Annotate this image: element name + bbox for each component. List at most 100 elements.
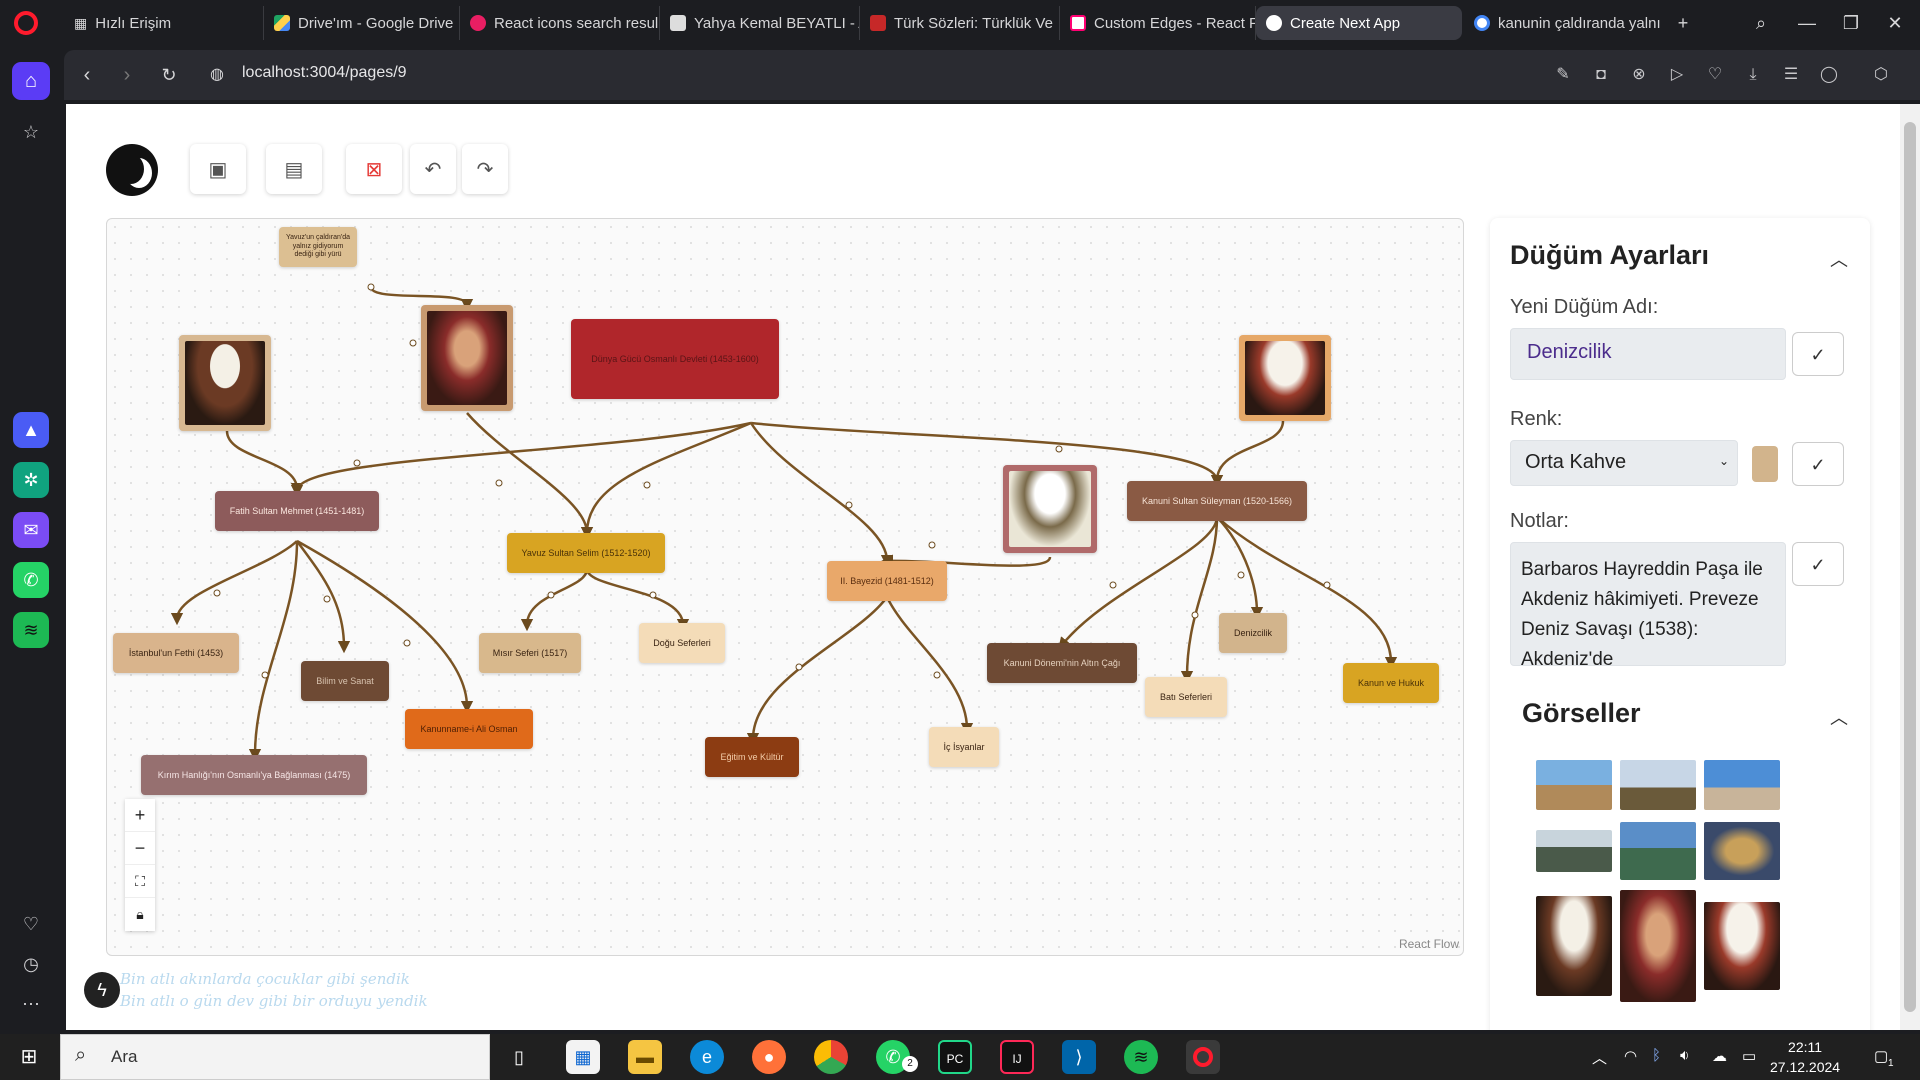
tab-yahya-kemal[interactable]: Yahya Kemal BEYATLI - A	[660, 6, 860, 40]
tab-custom-edges[interactable]: Custom Edges - React Fl	[1060, 6, 1256, 40]
wifi-icon[interactable]: ◠	[1624, 1047, 1637, 1065]
image-node[interactable]	[421, 305, 513, 411]
reload-button[interactable]: ↻	[156, 62, 182, 88]
gallery-image[interactable]	[1536, 830, 1612, 872]
fit-view-button[interactable]: ⛶	[125, 865, 155, 898]
flow-node[interactable]: Mısır Seferi (1517)	[479, 633, 581, 673]
color-select[interactable]: Orta Kahve ⌄	[1510, 440, 1738, 486]
task-view-icon[interactable]: ▯	[502, 1040, 536, 1074]
maximize-button[interactable]: ❐	[1840, 12, 1862, 34]
clock[interactable]: 22:11 27.12.2024	[1770, 1037, 1840, 1077]
image-node[interactable]	[179, 335, 271, 431]
clear-button[interactable]: ⊠	[346, 144, 402, 194]
confirm-name-button[interactable]: ✓	[1792, 332, 1844, 376]
windows-start-icon[interactable]: ⊞	[12, 1040, 46, 1074]
spotify-icon[interactable]: ≋	[1124, 1040, 1158, 1074]
play-icon[interactable]: ▷	[1666, 64, 1688, 86]
export-image-button[interactable]: ▤	[266, 144, 322, 194]
gallery-image[interactable]	[1620, 890, 1696, 1002]
tab-hizli-erisim[interactable]: ▦ Hızlı Erişim	[64, 6, 264, 40]
heart-icon[interactable]: ♡	[1704, 64, 1726, 86]
volume-icon[interactable]: 🔉︎	[1680, 1047, 1689, 1064]
notes-textarea[interactable]: Barbaros Hayreddin Paşa ile Akdeniz hâki…	[1510, 542, 1786, 666]
home-icon[interactable]: ⌂	[12, 62, 50, 100]
forward-button[interactable]: ›	[114, 62, 140, 88]
scrollbar-thumb[interactable]	[1904, 122, 1916, 1012]
page-scrollbar[interactable]	[1900, 104, 1920, 1030]
download-icon[interactable]: ⤓	[1742, 64, 1764, 86]
edge-icon[interactable]: e	[690, 1040, 724, 1074]
chevron-up-icon[interactable]: ︿	[1830, 704, 1848, 730]
redo-button[interactable]: ↷	[462, 144, 508, 194]
spotify-icon[interactable]: ≋	[13, 612, 49, 648]
chrome-icon[interactable]	[814, 1040, 848, 1074]
flow-node[interactable]: Denizcilik	[1219, 613, 1287, 653]
flow-node[interactable]: Bilim ve Sanat	[301, 661, 389, 701]
extensions-icon[interactable]: ⬡	[1870, 64, 1892, 86]
lock-button[interactable]: 🔒︎	[125, 898, 155, 931]
heart-icon[interactable]: ♡	[13, 906, 49, 942]
tab-google-search[interactable]: kanunin çaldıranda yalnı	[1464, 6, 1664, 40]
gallery-image[interactable]	[1704, 760, 1780, 810]
vscode-icon[interactable]: ⟩	[1062, 1040, 1096, 1074]
flow-node[interactable]: II. Bayezid (1481-1512)	[827, 561, 947, 601]
camera-icon[interactable]: ◘	[1590, 64, 1612, 86]
star-icon[interactable]: ☆	[13, 114, 49, 150]
flow-node[interactable]: Doğu Seferleri	[639, 623, 725, 663]
tab-google-drive[interactable]: Drive'ım - Google Drive	[264, 6, 460, 40]
cloud-icon[interactable]: ☁	[1712, 1047, 1727, 1065]
gallery-image[interactable]	[1536, 760, 1612, 810]
gallery-image[interactable]	[1704, 902, 1780, 990]
react-flow-attribution[interactable]: React Flow	[1399, 937, 1459, 951]
url-field[interactable]: localhost:3004/pages/9	[242, 64, 407, 82]
chevron-up-icon[interactable]: ︿	[1830, 246, 1848, 272]
flow-node[interactable]: İstanbul'un Fethi (1453)	[113, 633, 239, 673]
flow-node[interactable]: Batı Seferleri	[1145, 677, 1227, 717]
flow-canvas[interactable]: Yavuz'un çaldıran'da yalnız gidiyorum de…	[106, 218, 1464, 956]
more-icon[interactable]: ⋯	[13, 986, 49, 1022]
flow-node[interactable]: Eğitim ve Kültür	[705, 737, 799, 777]
edit-icon[interactable]: ✎	[1552, 64, 1574, 86]
site-info-icon[interactable]: ◍	[204, 62, 230, 88]
image-node[interactable]	[1003, 465, 1097, 553]
pycharm-icon[interactable]: PC	[938, 1040, 972, 1074]
confirm-notes-button[interactable]: ✓	[1792, 542, 1844, 586]
notification-icon[interactable]: ▢	[1874, 1047, 1888, 1065]
moon-icon[interactable]	[106, 144, 158, 196]
close-window-button[interactable]: ✕	[1884, 12, 1906, 34]
zoom-out-button[interactable]: −	[125, 832, 155, 865]
flow-node[interactable]: Kanunname-i Ali Osman	[405, 709, 533, 749]
file-explorer-icon[interactable]: ▬	[628, 1040, 662, 1074]
search-tabs-icon[interactable]: ⌕	[1750, 12, 1772, 34]
firefox-icon[interactable]: ●	[752, 1040, 786, 1074]
back-button[interactable]: ‹	[74, 62, 100, 88]
undo-button[interactable]: ↶	[410, 144, 456, 194]
tab-react-icons[interactable]: React icons search resul	[460, 6, 660, 40]
history-icon[interactable]: ◷	[13, 946, 49, 982]
opera-taskbar-icon[interactable]	[1186, 1040, 1220, 1074]
flow-node[interactable]: Kanuni Sultan Süleyman (1520-1566)	[1127, 481, 1307, 521]
opera-logo-icon[interactable]	[14, 11, 38, 35]
confirm-color-button[interactable]: ✓	[1792, 442, 1844, 486]
tab-create-next-app[interactable]: Create Next App	[1256, 6, 1462, 40]
easy-setup-icon[interactable]: ☰	[1780, 64, 1802, 86]
flow-node[interactable]: Kanuni Dönemi'nin Altın Çağı	[987, 643, 1137, 683]
flow-node[interactable]: Fatih Sultan Mehmet (1451-1481)	[215, 491, 379, 531]
save-button[interactable]: ▣	[190, 144, 246, 194]
profile-icon[interactable]: ◯	[1818, 64, 1840, 86]
store-icon[interactable]: ▦	[566, 1040, 600, 1074]
new-tab-button[interactable]: +	[1672, 12, 1694, 34]
intellij-icon[interactable]: IJ	[1000, 1040, 1034, 1074]
flow-node[interactable]: Kanun ve Hukuk	[1343, 663, 1439, 703]
chevron-up-icon[interactable]: ︿	[1592, 1047, 1607, 1068]
flow-node[interactable]: İç İsyanlar	[929, 727, 999, 767]
taskbar-search[interactable]: ⌕ Ara	[60, 1034, 490, 1080]
flow-node[interactable]: Dünya Gücü Osmanlı Devleti (1453-1600)	[571, 319, 779, 399]
messenger-icon[interactable]: ✉	[13, 512, 49, 548]
aria-icon[interactable]: ▲	[13, 412, 49, 448]
image-node[interactable]	[1239, 335, 1331, 421]
bluetooth-icon[interactable]: ᛒ	[1652, 1047, 1661, 1064]
tab-turk-sozleri[interactable]: Türk Sözleri: Türklük Ve	[860, 6, 1060, 40]
gallery-image[interactable]	[1620, 822, 1696, 880]
flow-node[interactable]: Yavuz Sultan Selim (1512-1520)	[507, 533, 665, 573]
